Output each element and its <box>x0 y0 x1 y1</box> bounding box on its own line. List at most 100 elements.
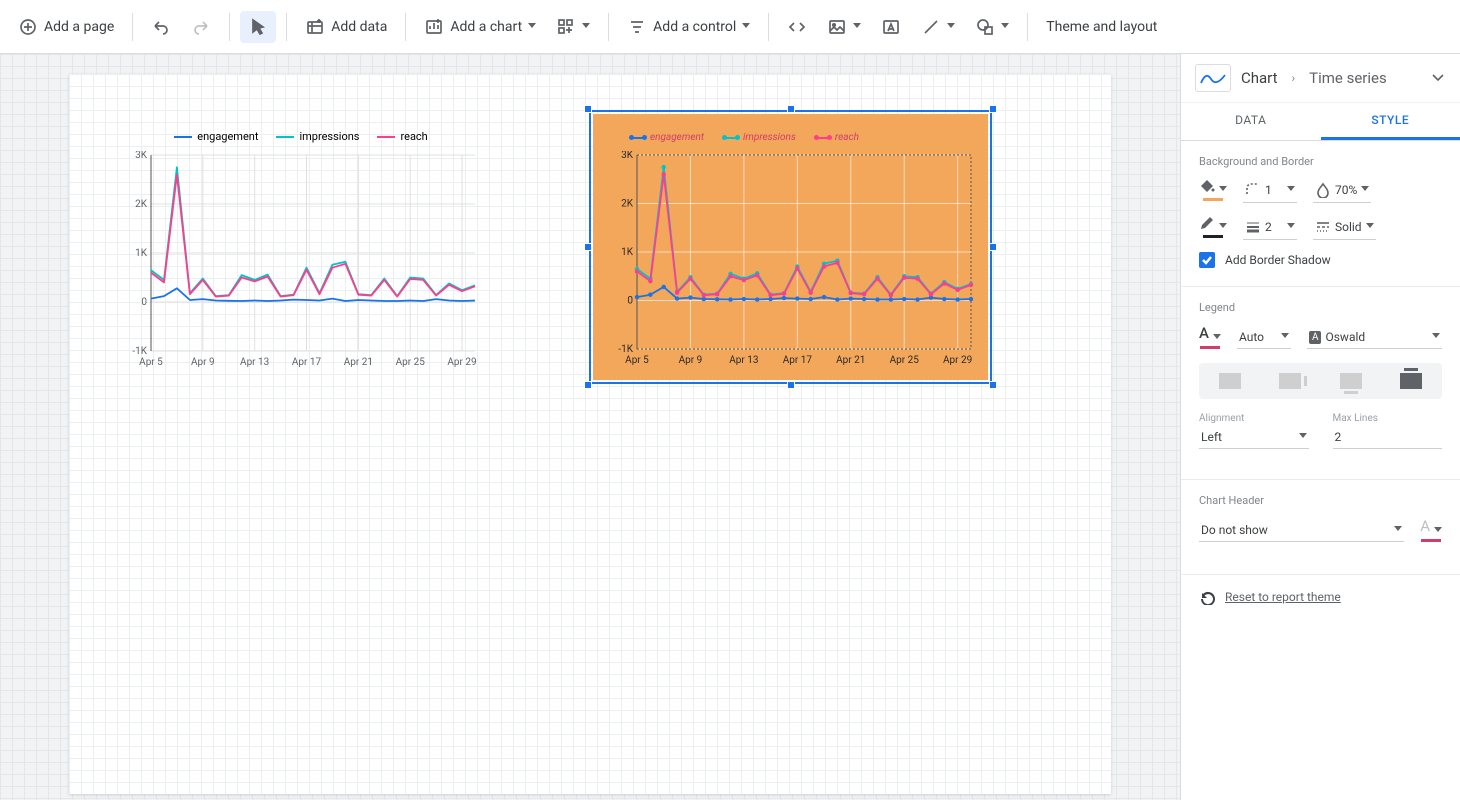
chevron-down-icon <box>1001 23 1009 31</box>
reset-label: Reset to report theme <box>1225 590 1341 604</box>
border-color-button[interactable] <box>1199 215 1227 240</box>
line-icon <box>921 17 941 37</box>
separator <box>132 13 133 41</box>
svg-text:Apr 17: Apr 17 <box>292 357 322 368</box>
image-button[interactable] <box>819 11 869 43</box>
svg-text:3K: 3K <box>621 151 634 161</box>
background-color-button[interactable] <box>1199 178 1227 203</box>
border-shadow-checkbox[interactable]: Add Border Shadow <box>1199 252 1442 268</box>
resize-handle[interactable] <box>584 105 592 113</box>
svg-text:Apr 13: Apr 13 <box>729 355 758 366</box>
image-icon <box>827 17 847 37</box>
shape-button[interactable] <box>967 11 1017 43</box>
redo-button[interactable] <box>183 11 219 43</box>
resize-handle[interactable] <box>584 243 592 251</box>
collapse-panel-button[interactable] <box>1430 69 1446 88</box>
svg-text:Apr 5: Apr 5 <box>139 357 163 368</box>
redo-icon <box>191 17 211 37</box>
add-chart-label: Add a chart <box>450 19 522 35</box>
chart-header-color-button[interactable]: A <box>1420 517 1442 544</box>
border-radius-dropdown[interactable]: 1 <box>1243 178 1297 203</box>
legend-pos-right[interactable] <box>1265 369 1315 393</box>
chart-type-icon[interactable] <box>1195 64 1231 92</box>
text-icon <box>881 17 901 37</box>
svg-text:Apr 13: Apr 13 <box>240 357 269 368</box>
resize-handle[interactable] <box>787 105 795 113</box>
reset-theme-button[interactable]: Reset to report theme <box>1199 589 1442 605</box>
undo-button[interactable] <box>143 11 179 43</box>
text-button[interactable] <box>873 11 909 43</box>
legend-font-size-dropdown[interactable]: Auto <box>1237 326 1291 349</box>
svg-text:0: 0 <box>627 296 633 307</box>
resize-handle[interactable] <box>584 381 592 389</box>
plus-circle-icon <box>18 17 38 37</box>
legend-font-family-dropdown[interactable]: A Oswald <box>1307 326 1442 349</box>
legend-item: reach <box>816 132 859 143</box>
chart-b-timeseries[interactable]: engagementimpressionsreach -1K01K2K3KApr… <box>589 110 992 384</box>
embed-icon <box>787 17 807 37</box>
legend-maxlines-input[interactable]: 2 <box>1333 426 1443 449</box>
pencil-icon <box>1199 215 1215 231</box>
panel-header: Chart › Time series <box>1181 54 1460 103</box>
chevron-down-icon <box>853 23 861 31</box>
chevron-down-icon <box>742 23 750 31</box>
community-viz-button[interactable] <box>548 11 598 43</box>
svg-text:Apr 17: Apr 17 <box>783 355 813 366</box>
canvas-area[interactable]: engagementimpressionsreach -1K01K2K3KApr… <box>0 54 1180 800</box>
border-radius-icon <box>1245 182 1261 198</box>
legend-alignment-dropdown[interactable]: Left <box>1199 426 1309 449</box>
svg-text:Apr 29: Apr 29 <box>447 357 476 368</box>
separator <box>1027 13 1028 41</box>
svg-text:Apr 9: Apr 9 <box>679 355 703 366</box>
chart-a-timeseries[interactable]: engagementimpressionsreach -1K01K2K3KApr… <box>121 126 481 376</box>
chart-a-legend: engagementimpressionsreach <box>121 126 481 151</box>
legend-item: reach <box>377 130 427 143</box>
style-panel: Chart › Time series DATA STYLE Backgroun… <box>1180 54 1460 800</box>
section-legend: Legend A Auto A Oswald <box>1181 287 1460 480</box>
tab-style[interactable]: STYLE <box>1321 103 1460 140</box>
legend-pos-none[interactable] <box>1205 369 1255 393</box>
report-page[interactable]: engagementimpressionsreach -1K01K2K3KApr… <box>69 74 1111 794</box>
legend-pos-bottom[interactable] <box>1326 369 1376 393</box>
legend-item: impressions <box>276 130 359 143</box>
reset-icon <box>1199 589 1215 605</box>
resize-handle[interactable] <box>989 243 997 251</box>
chevron-down-icon <box>1213 334 1221 342</box>
section-title: Chart Header <box>1199 494 1442 507</box>
chart-header-mode-dropdown[interactable]: Do not show <box>1199 519 1404 542</box>
resize-handle[interactable] <box>989 381 997 389</box>
theme-layout-button[interactable]: Theme and layout <box>1038 13 1165 41</box>
chevron-down-icon <box>1434 527 1442 535</box>
chevron-down-icon <box>1361 186 1369 194</box>
resize-handle[interactable] <box>787 381 795 389</box>
legend-position-selector <box>1199 363 1442 399</box>
chart-icon <box>424 17 444 37</box>
border-weight-dropdown[interactable]: 2 <box>1243 215 1297 240</box>
svg-text:Apr 5: Apr 5 <box>625 355 649 366</box>
add-control-button[interactable]: Add a control <box>619 11 758 43</box>
workspace: engagementimpressionsreach -1K01K2K3KApr… <box>0 54 1460 800</box>
svg-text:1K: 1K <box>621 247 634 258</box>
select-tool-button[interactable] <box>240 11 276 43</box>
chevron-down-icon <box>1219 223 1227 231</box>
section-background-border: Background and Border 1 70% <box>1181 141 1460 287</box>
add-chart-button[interactable]: Add a chart <box>416 11 544 43</box>
opacity-dropdown[interactable]: 70% <box>1313 178 1371 203</box>
undo-icon <box>151 17 171 37</box>
legend-pos-top[interactable] <box>1386 369 1436 393</box>
add-control-label: Add a control <box>653 19 736 35</box>
chevron-down-icon <box>1287 186 1295 194</box>
checkbox-checked-icon <box>1199 252 1215 268</box>
embed-button[interactable] <box>779 11 815 43</box>
add-page-button[interactable]: Add a page <box>10 11 122 43</box>
border-style-dropdown[interactable]: Solid <box>1313 215 1376 240</box>
svg-text:-1K: -1K <box>618 344 633 355</box>
chevron-down-icon <box>1366 223 1374 231</box>
data-source-icon <box>305 17 325 37</box>
svg-text:0: 0 <box>141 297 147 308</box>
add-data-button[interactable]: Add data <box>297 11 395 43</box>
legend-font-color-button[interactable]: A <box>1199 324 1221 351</box>
line-button[interactable] <box>913 11 963 43</box>
resize-handle[interactable] <box>989 105 997 113</box>
tab-data[interactable]: DATA <box>1181 103 1321 140</box>
